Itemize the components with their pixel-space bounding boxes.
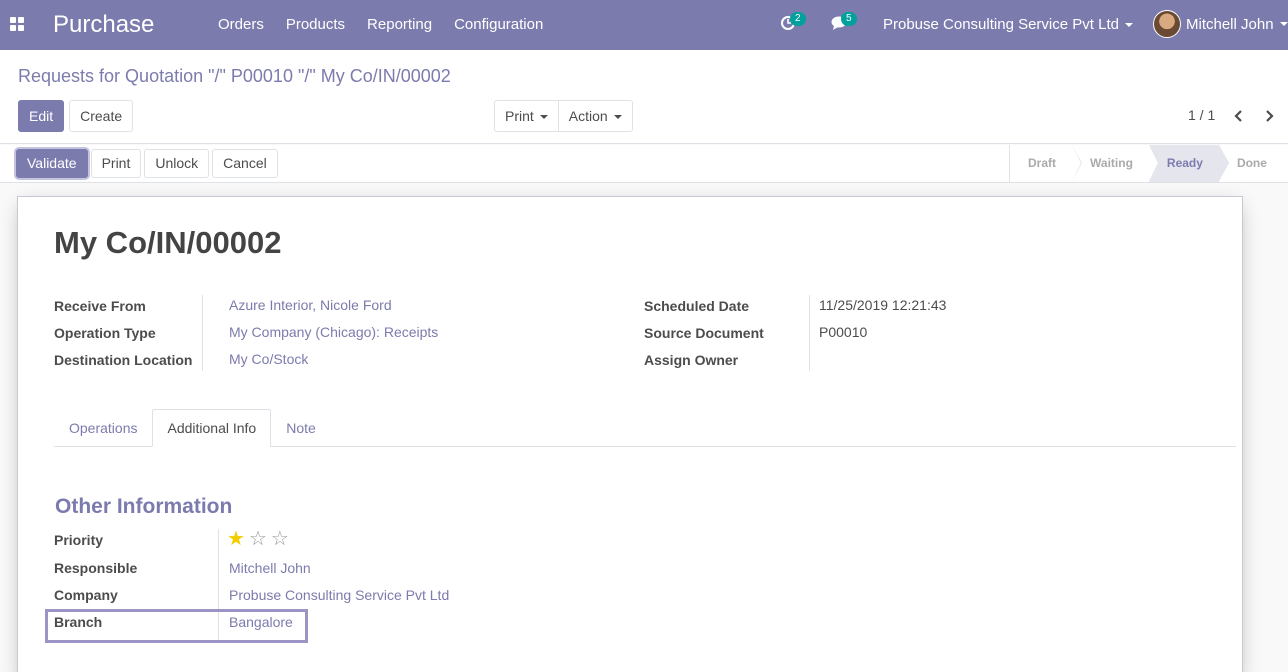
company-switcher[interactable]: Probuse Consulting Service Pvt Ltd: [883, 16, 1133, 33]
status-actions: Validate Print Unlock Cancel: [16, 149, 278, 178]
apps-menu-icon[interactable]: [10, 17, 24, 31]
action-dropdown-label: Action: [568, 108, 608, 124]
message-count-badge: 5: [841, 12, 857, 26]
chevron-down-icon: [613, 115, 622, 120]
field-divider: [202, 295, 203, 371]
operation-type-label: Operation Type: [54, 324, 156, 341]
sidebar-buttons: Print Action: [494, 100, 633, 132]
validate-button[interactable]: Validate: [16, 149, 88, 178]
branch-highlight: [45, 609, 308, 643]
stage-ready: Ready: [1148, 145, 1229, 182]
company-name: Probuse Consulting Service Pvt Ltd: [883, 16, 1119, 33]
print-dropdown-label: Print: [505, 108, 534, 124]
edit-button[interactable]: Edit: [18, 100, 65, 132]
receive-from-value[interactable]: Azure Interior, Nicole Ford: [229, 297, 392, 313]
stage-bar: Draft Waiting Ready Done: [1009, 145, 1283, 182]
destination-location-field: Destination Location: [54, 346, 192, 373]
star-empty-icon[interactable]: ☆: [271, 529, 289, 549]
menu-item-products[interactable]: Products: [275, 0, 356, 50]
chevron-down-icon: [539, 115, 548, 120]
tab-additional-info[interactable]: Additional Info: [152, 409, 272, 447]
status-bar: Validate Print Unlock Cancel Draft Waiti…: [0, 145, 1288, 183]
chevron-left-icon[interactable]: [1231, 108, 1247, 124]
cancel-button[interactable]: Cancel: [212, 149, 278, 178]
stage-draft: Draft: [1010, 145, 1083, 182]
assign-owner-label: Assign Owner: [644, 351, 739, 368]
avatar: [1153, 10, 1181, 38]
notebook-tabs: Operations Additional Info Note: [54, 409, 1236, 447]
stage-waiting: Waiting: [1072, 145, 1159, 182]
responsible-field: Responsible: [54, 554, 137, 581]
chevron-right-icon[interactable]: [1261, 108, 1277, 124]
messaging-menu[interactable]: 5: [831, 12, 857, 34]
section-title: Other Information: [55, 495, 233, 518]
company-value[interactable]: Probuse Consulting Service Pvt Ltd: [229, 587, 449, 603]
main-menu: Orders Products Reporting Configuration: [207, 0, 554, 50]
priority-widget: ★ ☆ ☆: [227, 529, 289, 549]
responsible-label: Responsible: [54, 559, 138, 576]
activity-menu[interactable]: 2: [780, 12, 806, 34]
responsible-value[interactable]: Mitchell John: [229, 560, 311, 576]
tab-operations[interactable]: Operations: [54, 409, 152, 447]
control-panel: Requests for Quotation "/" P00010 "/" My…: [0, 50, 1288, 144]
user-menu[interactable]: Mitchell John: [1153, 10, 1288, 38]
top-navbar: Purchase Orders Products Reporting Confi…: [0, 0, 1288, 50]
menu-item-configuration[interactable]: Configuration: [443, 0, 554, 50]
unlock-button[interactable]: Unlock: [144, 149, 210, 178]
field-divider: [809, 295, 810, 371]
receive-from-label: Receive From: [54, 297, 146, 314]
company-field: Company: [54, 581, 118, 608]
priority-label: Priority: [54, 531, 104, 548]
operation-type-value[interactable]: My Company (Chicago): Receipts: [229, 324, 438, 340]
company-label: Company: [54, 586, 118, 603]
record-title: My Co/IN/00002: [54, 225, 282, 260]
print-dropdown-button[interactable]: Print: [494, 100, 559, 132]
source-document-field: Source Document: [644, 319, 764, 346]
user-name: Mitchell John: [1186, 15, 1274, 33]
menu-item-orders[interactable]: Orders: [207, 0, 275, 50]
chevron-down-icon: [1279, 22, 1288, 26]
form-sheet: My Co/IN/00002 Receive From Azure Interi…: [17, 196, 1243, 672]
form-buttons: Edit Create: [18, 100, 134, 132]
activity-count-badge: 2: [790, 12, 806, 26]
app-name[interactable]: Purchase: [53, 11, 154, 39]
receive-from-field: Receive From: [54, 292, 146, 319]
action-dropdown-button[interactable]: Action: [558, 100, 633, 132]
pager-value[interactable]: 1 / 1: [1188, 107, 1215, 123]
priority-field: Priority: [54, 526, 103, 553]
tab-note[interactable]: Note: [271, 409, 331, 447]
scheduled-date-field: Scheduled Date: [644, 292, 749, 319]
scheduled-date-value: 11/25/2019 12:21:43: [819, 297, 947, 313]
destination-location-value[interactable]: My Co/Stock: [229, 351, 308, 367]
assign-owner-field: Assign Owner: [644, 346, 738, 373]
create-button[interactable]: Create: [69, 100, 134, 132]
print-button[interactable]: Print: [90, 149, 142, 178]
chevron-down-icon: [1124, 23, 1133, 28]
operation-type-field: Operation Type: [54, 319, 156, 346]
destination-location-label: Destination Location: [54, 351, 193, 368]
source-document-value: P00010: [819, 324, 868, 340]
source-document-label: Source Document: [644, 324, 764, 341]
menu-item-reporting[interactable]: Reporting: [356, 0, 443, 50]
scheduled-date-label: Scheduled Date: [644, 297, 750, 314]
breadcrumb[interactable]: Requests for Quotation "/" P00010 "/" My…: [18, 66, 451, 87]
star-filled-icon[interactable]: ★: [227, 529, 245, 549]
star-empty-icon[interactable]: ☆: [249, 529, 267, 549]
